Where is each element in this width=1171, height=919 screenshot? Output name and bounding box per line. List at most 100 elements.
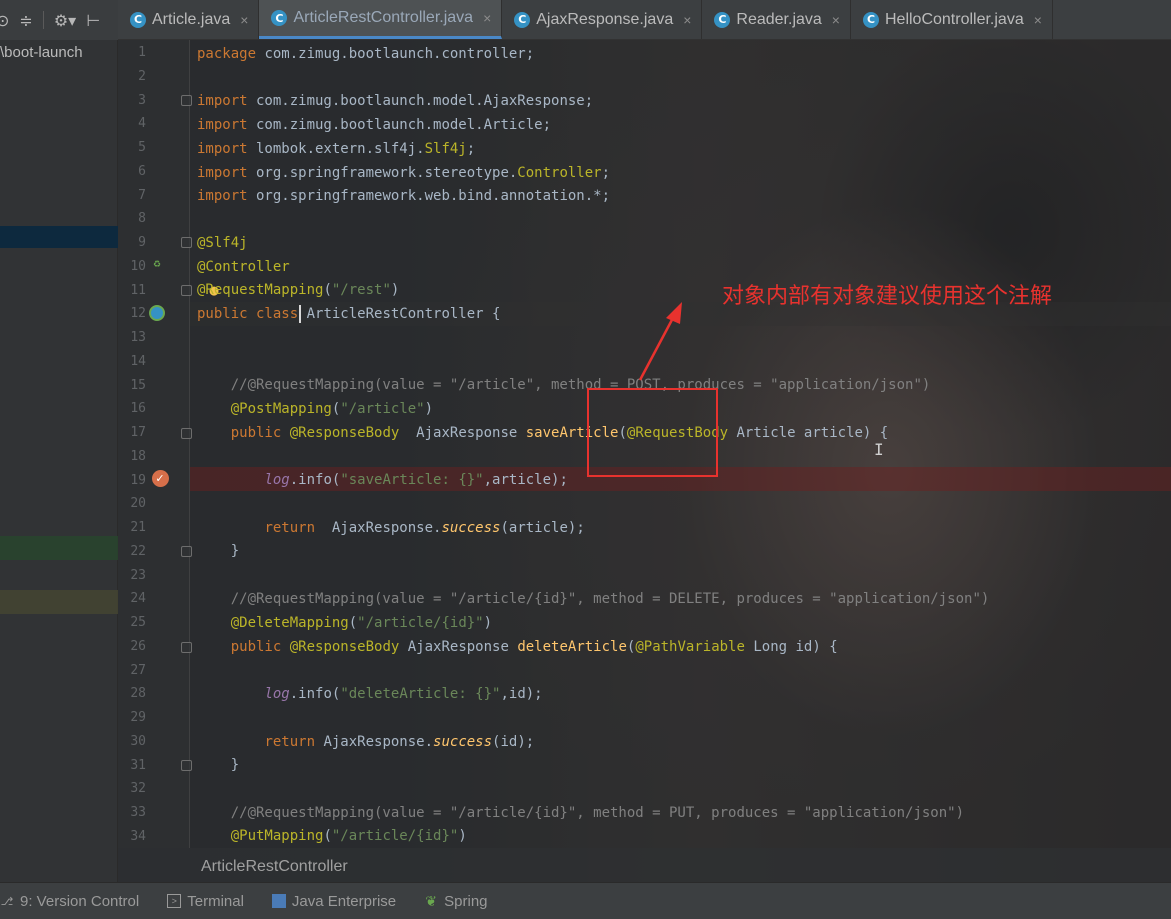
status-label: 9: Version Control: [20, 892, 140, 910]
code-token: lombok.extern.slf4j.: [247, 141, 425, 157]
tab-article-rest-controller-java[interactable]: C ArticleRestController.java ×: [259, 0, 503, 39]
status-label: Spring: [444, 892, 488, 910]
code-token: public: [230, 639, 282, 655]
code-token: package: [197, 46, 257, 62]
code-line-30: return AjaxResponse.success(id);: [197, 730, 534, 754]
project-path[interactable]: \boot-launch: [0, 44, 83, 61]
annotation-note: 对象内部有对象建议使用这个注解: [722, 284, 1053, 309]
fold-marker[interactable]: [181, 760, 192, 771]
close-icon[interactable]: ×: [1034, 12, 1042, 28]
java-enterprise-icon: [271, 894, 286, 908]
target-icon[interactable]: ⊙: [0, 11, 9, 30]
class-icon: C: [862, 11, 879, 28]
terminal-button[interactable]: > Terminal: [167, 893, 244, 910]
code-token: ): [424, 401, 434, 417]
code-token: @ResponseBody: [289, 639, 400, 655]
breadcrumb[interactable]: ArticleRestController: [118, 848, 1171, 882]
line-number: 23: [130, 567, 146, 583]
code-token: @Controller: [197, 259, 290, 275]
line-number: 27: [130, 662, 146, 678]
tool-window-bar: ⎇ 9: Version Control > Terminal Java Ent…: [0, 882, 1171, 919]
code-line-26: public @ResponseBody AjaxResponse delete…: [197, 635, 838, 659]
code-token: }: [197, 757, 240, 773]
fold-marker[interactable]: [181, 95, 192, 106]
code-token: (: [348, 615, 358, 631]
line-number: 20: [130, 496, 146, 512]
line-number: 1: [138, 45, 146, 60]
tab-reader-java[interactable]: C Reader.java ×: [702, 0, 851, 39]
spring-button[interactable]: ❦ Spring: [424, 893, 487, 910]
collapse-icon[interactable]: ≑: [19, 11, 32, 30]
code-token: //@RequestMapping(value = "/article/{id}…: [197, 591, 990, 607]
code-token: import: [197, 141, 248, 157]
breakpoint-icon[interactable]: ✓: [151, 469, 169, 487]
code-line-22: }: [197, 539, 239, 563]
close-icon[interactable]: ×: [832, 12, 840, 28]
line-number: 12: [130, 306, 146, 322]
code-token: "/article/{id}": [357, 615, 484, 631]
toolbar-divider: [42, 11, 44, 29]
tab-article-java[interactable]: C Article.java ×: [118, 0, 260, 39]
code-token: ): [458, 828, 467, 844]
fold-marker[interactable]: [181, 237, 192, 248]
project-tree-row[interactable]: [0, 536, 118, 560]
code-token: Slf4j: [424, 141, 467, 157]
code-line-5: import lombok.extern.slf4j.Slf4j;: [197, 137, 475, 161]
code-token: (: [323, 828, 332, 844]
code-token: //@RequestMapping(value = "/article/{id}…: [197, 805, 965, 821]
code-token: ): [483, 615, 493, 631]
line-number: 4: [138, 116, 146, 132]
code-token: Article article) {: [728, 425, 889, 441]
close-icon[interactable]: ×: [483, 10, 491, 26]
tab-hello-controller-java[interactable]: C HelloController.java ×: [851, 0, 1053, 39]
code-line-4: import com.zimug.bootlaunch.model.Articl…: [197, 113, 551, 137]
line-number: 29: [130, 710, 146, 725]
code-token: AjaxResponse.: [315, 520, 442, 536]
code-token: .info(: [289, 472, 341, 488]
line-number: 28: [130, 686, 146, 702]
line-number: 32: [130, 781, 146, 797]
fold-marker[interactable]: [181, 285, 192, 296]
hide-icon[interactable]: ⊢: [86, 11, 100, 30]
code-token: ;: [466, 141, 476, 157]
fold-marker[interactable]: [181, 428, 192, 439]
code-token: @RequestMapping: [197, 282, 324, 298]
gear-icon[interactable]: ⚙▾: [54, 11, 76, 30]
tab-ajax-response-java[interactable]: C AjaxResponse.java ×: [502, 0, 703, 39]
code-line-1: package com.zimug.bootlaunch.controller;: [197, 42, 534, 66]
project-tree-row[interactable]: [0, 590, 118, 614]
project-toolbar: ⊙ ≑ ⚙▾ ⊢: [0, 0, 118, 40]
code-token: ;: [601, 165, 611, 181]
fold-marker[interactable]: [181, 546, 192, 557]
code-line-7: import org.springframework.web.bind.anno…: [197, 184, 610, 208]
code-line-10: @Controller: [197, 255, 290, 279]
java-enterprise-button[interactable]: Java Enterprise: [271, 893, 396, 910]
editor-tabs: C Article.java × C ArticleRestController…: [118, 0, 1171, 40]
code-token: public: [230, 425, 282, 441]
project-panel: \boot-launch: [0, 40, 118, 882]
spring-bean-icon[interactable]: ♻: [148, 254, 166, 272]
code-token: (article);: [500, 520, 585, 536]
editor-gutter[interactable]: 1 2 3 4 5 6 7 8 9 10 11 12 13 14 15 16 17 18 19 20 21 22 23 24 2…: [118, 40, 219, 848]
fold-marker[interactable]: [181, 642, 192, 653]
tab-label: Article.java: [152, 10, 231, 28]
close-icon[interactable]: ×: [240, 12, 248, 28]
project-tree-selection[interactable]: [0, 226, 118, 248]
code-line-6: import org.springframework.stereotype.Co…: [197, 161, 610, 185]
tab-label: HelloController.java: [884, 10, 1024, 28]
tab-label: AjaxResponse.java: [536, 10, 674, 28]
version-control-button[interactable]: ⎇ 9: Version Control: [0, 892, 140, 910]
code-token: AjaxResponse: [399, 425, 526, 441]
code-token: .info(: [289, 686, 341, 702]
code-token: Long id) {: [744, 639, 838, 655]
close-icon[interactable]: ×: [683, 12, 691, 28]
code-line-9: @Slf4j: [197, 231, 248, 255]
line-number: 31: [130, 757, 146, 773]
code-token: import: [197, 165, 248, 181]
class-spring-icon[interactable]: [148, 304, 166, 322]
code-token: return: [264, 520, 316, 536]
line-number: 7: [138, 187, 146, 203]
